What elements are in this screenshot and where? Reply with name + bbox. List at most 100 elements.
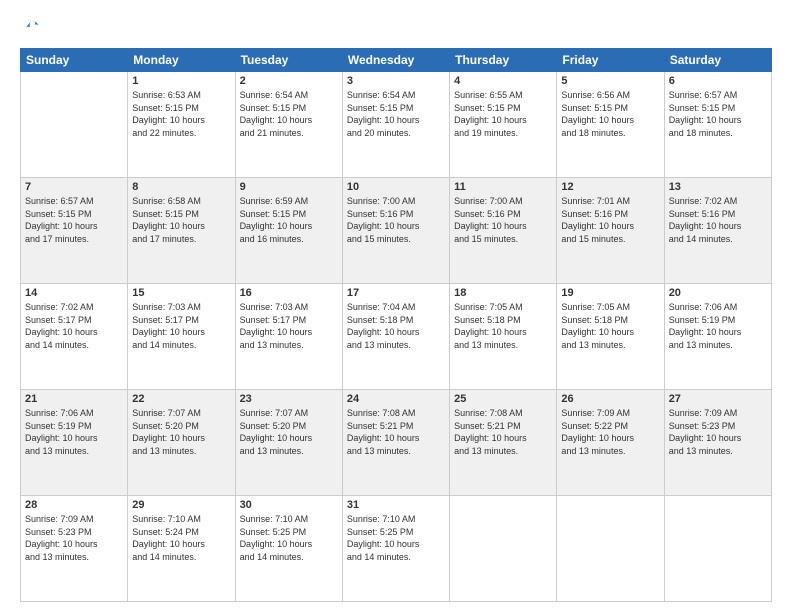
day-number: 9 [240,181,338,193]
day-info: Sunrise: 7:05 AM Sunset: 5:18 PM Dayligh… [454,301,552,351]
calendar-week-row: 1 Sunrise: 6:53 AM Sunset: 5:15 PM Daylig… [21,72,772,178]
calendar-cell [21,72,128,178]
day-info: Sunrise: 7:10 AM Sunset: 5:24 PM Dayligh… [132,513,230,563]
calendar-cell: 29 Sunrise: 7:10 AM Sunset: 5:24 PM Dayli… [128,496,235,602]
weekday-header-friday: Friday [557,49,664,72]
calendar-cell: 19 Sunrise: 7:05 AM Sunset: 5:18 PM Dayli… [557,284,664,390]
day-number: 15 [132,287,230,299]
calendar-cell: 14 Sunrise: 7:02 AM Sunset: 5:17 PM Dayli… [21,284,128,390]
day-number: 18 [454,287,552,299]
calendar-cell: 24Sunrise: 7:08 AM Sunset: 5:21 PM Dayli… [342,390,449,496]
day-info: Sunrise: 7:02 AM Sunset: 5:17 PM Dayligh… [25,301,123,351]
calendar-cell: 2 Sunrise: 6:54 AM Sunset: 5:15 PM Daylig… [235,72,342,178]
weekday-header-saturday: Saturday [664,49,771,72]
day-number: 20 [669,287,767,299]
day-number: 19 [561,287,659,299]
day-number: 16 [240,287,338,299]
calendar-week-row: 7 Sunrise: 6:57 AM Sunset: 5:15 PM Daylig… [21,178,772,284]
page: SundayMondayTuesdayWednesdayThursdayFrid… [0,0,792,612]
calendar-cell: 31Sunrise: 7:10 AM Sunset: 5:25 PM Dayli… [342,496,449,602]
day-number: 4 [454,75,552,87]
calendar-cell: 18 Sunrise: 7:05 AM Sunset: 5:18 PM Dayli… [450,284,557,390]
calendar-cell: 17Sunrise: 7:04 AM Sunset: 5:18 PM Dayli… [342,284,449,390]
day-info: Sunrise: 7:10 AM Sunset: 5:25 PM Dayligh… [347,513,445,563]
calendar-cell [557,496,664,602]
day-info: Sunrise: 6:58 AM Sunset: 5:15 PM Dayligh… [132,195,230,245]
day-info: Sunrise: 6:57 AM Sunset: 5:15 PM Dayligh… [25,195,123,245]
calendar-cell: 1 Sunrise: 6:53 AM Sunset: 5:15 PM Daylig… [128,72,235,178]
day-number: 30 [240,499,338,511]
day-number: 24 [347,393,445,405]
day-number: 22 [132,393,230,405]
day-number: 13 [669,181,767,193]
calendar-week-row: 14 Sunrise: 7:02 AM Sunset: 5:17 PM Dayli… [21,284,772,390]
calendar-cell: 7 Sunrise: 6:57 AM Sunset: 5:15 PM Daylig… [21,178,128,284]
day-number: 1 [132,75,230,87]
day-info: Sunrise: 7:03 AM Sunset: 5:17 PM Dayligh… [240,301,338,351]
calendar-cell: 30 Sunrise: 7:10 AM Sunset: 5:25 PM Dayli… [235,496,342,602]
calendar-cell: 26Sunrise: 7:09 AM Sunset: 5:22 PM Dayli… [557,390,664,496]
calendar-cell: 8 Sunrise: 6:58 AM Sunset: 5:15 PM Daylig… [128,178,235,284]
calendar-cell: 23Sunrise: 7:07 AM Sunset: 5:20 PM Dayli… [235,390,342,496]
calendar-cell: 15 Sunrise: 7:03 AM Sunset: 5:17 PM Dayli… [128,284,235,390]
day-info: Sunrise: 7:00 AM Sunset: 5:16 PM Dayligh… [454,195,552,245]
day-number: 29 [132,499,230,511]
day-number: 28 [25,499,123,511]
calendar-cell: 4 Sunrise: 6:55 AM Sunset: 5:15 PM Daylig… [450,72,557,178]
calendar-cell: 11 Sunrise: 7:00 AM Sunset: 5:16 PM Dayli… [450,178,557,284]
day-info: Sunrise: 7:06 AM Sunset: 5:19 PM Dayligh… [669,301,767,351]
weekday-header-monday: Monday [128,49,235,72]
day-number: 25 [454,393,552,405]
calendar-cell: 16 Sunrise: 7:03 AM Sunset: 5:17 PM Dayli… [235,284,342,390]
calendar-cell: 6 Sunrise: 6:57 AM Sunset: 5:15 PM Daylig… [664,72,771,178]
day-info: Sunrise: 6:57 AM Sunset: 5:15 PM Dayligh… [669,89,767,139]
calendar-cell: 22 Sunrise: 7:07 AM Sunset: 5:20 PM Dayli… [128,390,235,496]
weekday-header-sunday: Sunday [21,49,128,72]
weekday-header-wednesday: Wednesday [342,49,449,72]
calendar-cell: 28 Sunrise: 7:09 AM Sunset: 5:23 PM Dayli… [21,496,128,602]
calendar-cell: 27Sunrise: 7:09 AM Sunset: 5:23 PM Dayli… [664,390,771,496]
day-info: Sunrise: 6:55 AM Sunset: 5:15 PM Dayligh… [454,89,552,139]
calendar-cell: 12Sunrise: 7:01 AM Sunset: 5:16 PM Dayli… [557,178,664,284]
day-info: Sunrise: 6:59 AM Sunset: 5:15 PM Dayligh… [240,195,338,245]
day-number: 26 [561,393,659,405]
day-info: Sunrise: 7:05 AM Sunset: 5:18 PM Dayligh… [561,301,659,351]
day-number: 17 [347,287,445,299]
day-info: Sunrise: 7:02 AM Sunset: 5:16 PM Dayligh… [669,195,767,245]
day-info: Sunrise: 7:07 AM Sunset: 5:20 PM Dayligh… [132,407,230,457]
day-info: Sunrise: 6:54 AM Sunset: 5:15 PM Dayligh… [347,89,445,139]
day-number: 7 [25,181,123,193]
day-info: Sunrise: 7:03 AM Sunset: 5:17 PM Dayligh… [132,301,230,351]
day-info: Sunrise: 7:07 AM Sunset: 5:20 PM Dayligh… [240,407,338,457]
calendar-cell: 20 Sunrise: 7:06 AM Sunset: 5:19 PM Dayli… [664,284,771,390]
logo-bird-icon [22,18,42,38]
day-info: Sunrise: 7:08 AM Sunset: 5:21 PM Dayligh… [454,407,552,457]
day-number: 12 [561,181,659,193]
day-number: 27 [669,393,767,405]
day-number: 10 [347,181,445,193]
calendar-cell: 5 Sunrise: 6:56 AM Sunset: 5:15 PM Daylig… [557,72,664,178]
day-number: 6 [669,75,767,87]
logo [20,18,42,38]
weekday-header-thursday: Thursday [450,49,557,72]
calendar-cell [664,496,771,602]
calendar-cell [450,496,557,602]
calendar-week-row: 21 Sunrise: 7:06 AM Sunset: 5:19 PM Dayli… [21,390,772,496]
day-info: Sunrise: 6:53 AM Sunset: 5:15 PM Dayligh… [132,89,230,139]
day-info: Sunrise: 7:10 AM Sunset: 5:25 PM Dayligh… [240,513,338,563]
day-info: Sunrise: 6:54 AM Sunset: 5:15 PM Dayligh… [240,89,338,139]
day-number: 21 [25,393,123,405]
day-number: 11 [454,181,552,193]
weekday-header-row: SundayMondayTuesdayWednesdayThursdayFrid… [21,49,772,72]
day-info: Sunrise: 6:56 AM Sunset: 5:15 PM Dayligh… [561,89,659,139]
day-number: 5 [561,75,659,87]
day-number: 2 [240,75,338,87]
day-info: Sunrise: 7:09 AM Sunset: 5:23 PM Dayligh… [25,513,123,563]
calendar-cell: 25 Sunrise: 7:08 AM Sunset: 5:21 PM Dayli… [450,390,557,496]
day-number: 14 [25,287,123,299]
calendar-week-row: 28 Sunrise: 7:09 AM Sunset: 5:23 PM Dayli… [21,496,772,602]
day-number: 8 [132,181,230,193]
calendar-cell: 21 Sunrise: 7:06 AM Sunset: 5:19 PM Dayli… [21,390,128,496]
calendar-table: SundayMondayTuesdayWednesdayThursdayFrid… [20,48,772,602]
day-info: Sunrise: 7:06 AM Sunset: 5:19 PM Dayligh… [25,407,123,457]
